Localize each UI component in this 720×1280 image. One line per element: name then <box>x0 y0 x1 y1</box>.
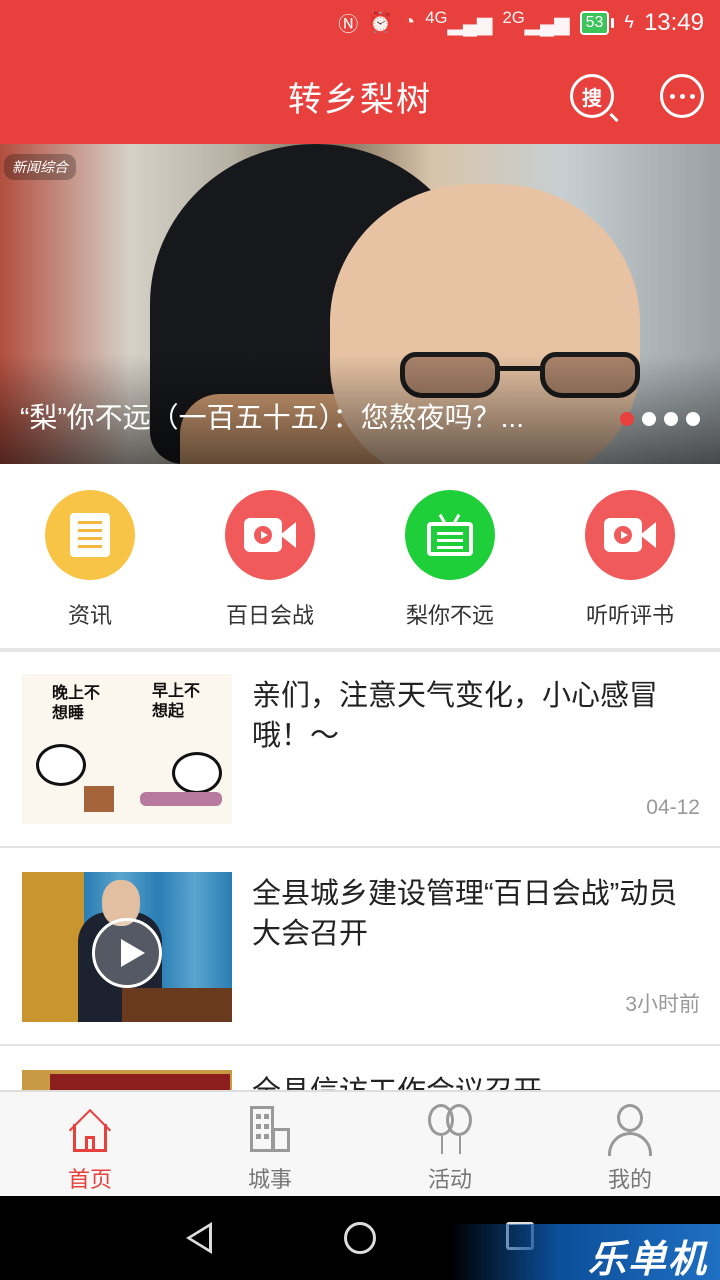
video-play-icon[interactable] <box>92 918 162 988</box>
tab-label: 城事 <box>247 1167 292 1192</box>
news-thumbnail <box>22 872 232 1022</box>
tab-mine[interactable]: 我的 <box>540 1092 720 1196</box>
charging-icon: ϟ <box>624 12 634 32</box>
battery-icon: 53 <box>579 10 615 35</box>
carousel-dot <box>686 412 700 426</box>
watermark-logo: 乐单机 <box>587 1239 708 1280</box>
carousel-dot-active <box>620 412 634 426</box>
balloon-icon <box>424 1104 476 1156</box>
category-label: 资讯 <box>67 603 112 628</box>
cartoon-head <box>172 752 222 794</box>
tab-label: 活动 <box>427 1167 472 1192</box>
back-icon[interactable] <box>186 1222 212 1254</box>
thumb-caption-left: 晚上不想睡 <box>52 685 101 722</box>
category-lishu-near[interactable]: 梨你不远 <box>360 464 540 648</box>
battery-tip <box>611 17 615 28</box>
tab-label: 我的 <box>607 1167 652 1192</box>
news-time: 3小时前 <box>625 993 700 1016</box>
news-thumbnail: 晚上不想睡 早上不想起 <box>22 674 232 824</box>
app-header: Ⓝ ⏰ ◔ 4G▂▄▆ 2G▂▄▆ 53 ϟ 13:49 转乡梨树 搜 <box>0 0 720 144</box>
tab-activity[interactable]: 活动 <box>360 1092 540 1196</box>
category-lishu-near-circle <box>405 490 495 580</box>
status-bar: Ⓝ ⏰ ◔ 4G▂▄▆ 2G▂▄▆ 53 ϟ 13:49 <box>0 0 720 48</box>
search-button[interactable]: 搜 <box>570 74 614 118</box>
cartoon-bed <box>140 792 222 806</box>
chat-bubble-icon <box>669 93 695 99</box>
news-title: 全县城乡建设管理“百日会战”动员大会召开 <box>252 878 678 950</box>
building-icon <box>244 1104 296 1156</box>
carousel-dot <box>664 412 678 426</box>
message-button[interactable] <box>660 74 704 118</box>
category-hundred-days-circle <box>225 490 315 580</box>
tab-label: 首页 <box>67 1167 112 1192</box>
category-news-circle <box>45 490 135 580</box>
podium <box>122 988 232 1022</box>
thumb-caption-right: 早上不想起 <box>152 683 201 720</box>
nfc-icon: Ⓝ <box>338 14 359 36</box>
category-label: 梨你不远 <box>405 603 494 628</box>
cartoon-head <box>36 744 86 786</box>
network-type-1: 4G <box>425 8 448 28</box>
cartoon-desk <box>84 786 114 812</box>
user-icon <box>604 1104 656 1156</box>
news-time: 04-12 <box>646 796 700 819</box>
signal-4g-icon: 4G▂▄▆ <box>425 8 493 36</box>
category-label: 听听评书 <box>585 603 674 628</box>
document-icon <box>70 513 110 557</box>
news-item[interactable]: 全县城乡建设管理“百日会战”动员大会召开 3小时前 <box>0 850 720 1046</box>
status-time: 13:49 <box>643 8 704 36</box>
network-type-2: 2G <box>502 8 525 28</box>
search-icon: 搜 <box>582 87 602 110</box>
category-row: 资讯 百日会战 梨你不远 听听评书 <box>0 464 720 648</box>
category-news[interactable]: 资讯 <box>0 464 180 648</box>
channel-logo: 新闻综合 <box>4 154 76 180</box>
wifi-icon: ◔ <box>403 11 416 33</box>
battery-level: 53 <box>579 10 610 35</box>
system-nav-bar: 乐单机 <box>0 1196 720 1280</box>
video-camera-icon <box>244 516 296 554</box>
category-hundred-days[interactable]: 百日会战 <box>180 464 360 648</box>
carousel-dot <box>642 412 656 426</box>
tv-icon <box>427 513 473 556</box>
tab-home[interactable]: 首页 <box>0 1092 180 1196</box>
banner-carousel[interactable]: 新闻综合 “梨”你不远（一百五十五）：您熬夜吗？... <box>0 144 720 464</box>
carousel-indicator <box>620 412 700 426</box>
category-storytelling-circle <box>585 490 675 580</box>
signal-2g-icon: 2G▂▄▆ <box>502 8 570 36</box>
bottom-nav: 首页 城事 活动 我的 <box>0 1090 720 1196</box>
video-camera-icon <box>604 516 656 554</box>
home-circle-icon[interactable] <box>344 1222 376 1254</box>
category-storytelling[interactable]: 听听评书 <box>540 464 720 648</box>
category-label: 百日会战 <box>225 603 314 628</box>
tab-city[interactable]: 城事 <box>180 1092 360 1196</box>
news-item[interactable]: 晚上不想睡 早上不想起 亲们，注意天气变化，小心感冒哦！～ 04-12 <box>0 652 720 848</box>
alarm-icon: ⏰ <box>368 12 394 34</box>
news-title: 亲们，注意天气变化，小心感冒哦！～ <box>252 680 659 752</box>
status-icons: Ⓝ ⏰ ◔ 4G▂▄▆ 2G▂▄▆ 53 ϟ 13:49 <box>338 8 704 37</box>
banner-caption: “梨”你不远（一百五十五）：您熬夜吗？... <box>20 402 524 433</box>
home-icon <box>64 1104 116 1156</box>
